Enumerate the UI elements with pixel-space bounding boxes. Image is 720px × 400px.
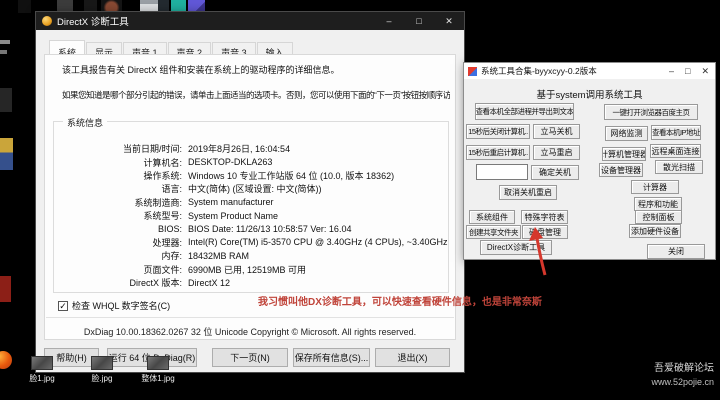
close-button[interactable]: ✕	[701, 66, 709, 77]
watermark-site-url: www.52pojie.cn	[651, 376, 714, 387]
desktop-icon-partial-1[interactable]	[0, 40, 10, 44]
desktop-file-icon[interactable]: 脸.jpg	[74, 356, 130, 384]
maximize-button[interactable]: □	[404, 12, 434, 30]
dxdiag-titlebar: DirectX 诊断工具 – □ ✕	[36, 12, 464, 30]
system-info-group: 系统信息 当前日期/时间: 2019年8月26日, 16:04:54 计算机名: D…	[53, 116, 449, 293]
watermark-site-name: 吾爱破解论坛	[654, 363, 714, 374]
whql-checkbox[interactable]: ✓	[58, 300, 68, 311]
system-info-row: 计算机名: DESKTOP-DKLA263	[143, 157, 273, 168]
whql-checkbox-row: ✓ 检查 WHQL 数字签名(C)	[58, 299, 170, 312]
save-all-info-button[interactable]: 保存所有信息(S)...	[293, 348, 370, 367]
file-name: 整体1.jpg	[141, 374, 175, 383]
desktop: DirectX 诊断工具 – □ ✕ 系统 显示 声音 1 声音 2 声音 3 …	[0, 0, 720, 400]
system-info-row: 系统型号: System Product Name	[143, 210, 279, 222]
image-thumbnail	[31, 356, 53, 370]
file-name: 脸1.jpg	[29, 374, 55, 383]
programs-features-button[interactable]: 程序和功能	[634, 197, 682, 211]
minimize-button[interactable]: –	[669, 66, 674, 77]
system-info-group-title: 系统信息	[63, 116, 108, 129]
toolbox-title: 系统工具合集-byyxcyy-0.2版本	[481, 66, 597, 76]
next-page-button[interactable]: 下一页(N)	[212, 348, 288, 367]
minimize-button[interactable]: –	[374, 12, 404, 30]
calculator-button[interactable]: 计算器	[631, 180, 679, 194]
system-info-row: 页面文件: 6990MB 已用, 12519MB 可用	[143, 264, 307, 275]
system-info-row: 系统制造商: System manufacturer	[134, 197, 274, 208]
toolbox-header: 基于system调用系统工具	[536, 90, 643, 101]
special-chars-button[interactable]: 特殊字符表	[521, 210, 568, 224]
computer-mgmt-button[interactable]: 计算机管理器	[602, 147, 646, 161]
network-monitor-button[interactable]: 网络监测	[605, 126, 648, 141]
file-name: 脸.jpg	[91, 374, 113, 383]
system-components-button[interactable]: 系统组件	[469, 210, 515, 224]
close-button[interactable]: ✕	[434, 12, 464, 30]
desktop-file-icon[interactable]: 脸1.jpg	[14, 356, 70, 384]
system-info-row: 处理器: Intel(R) Core(TM) i5-3570 CPU @ 3.40…	[152, 237, 448, 248]
cancel-shutdown-button[interactable]: 取消关机重启	[499, 185, 557, 200]
system-info-row: DirectX 版本: DirectX 12	[129, 277, 231, 289]
view-processes-button[interactable]: 查看本机全部进程并导出到文本	[475, 103, 574, 120]
shutdown-timer-input[interactable]	[476, 164, 528, 180]
shutdown-now-button[interactable]: 立马关机	[533, 124, 580, 139]
exit-button[interactable]: 退出(X)	[375, 348, 450, 367]
toolbox-window: 系统工具合集-byyxcyy-0.2版本 – □ ✕ 基于system调用系统工…	[463, 62, 716, 260]
image-thumbnail	[147, 356, 169, 370]
image-thumbnail	[91, 356, 113, 370]
desktop-icon-partial-4[interactable]	[0, 276, 11, 302]
add-hardware-button[interactable]: 添加硬件设备	[629, 224, 681, 238]
watermark: 吾爱破解论坛 www.52pojie.cn	[651, 362, 714, 388]
system-info-row: 操作系统: Windows 10 专业工作站版 64 位 (10.0, 版本 18…	[143, 170, 395, 181]
intro-text-2: 如果您知道是哪个部分引起的错误，请单击上面适当的选项卡。否则，您可以使用下面的“…	[62, 90, 450, 100]
control-panel-button[interactable]: 控制面板	[635, 210, 682, 224]
system-info-row: 当前日期/时间: 2019年8月26日, 16:04:54	[122, 144, 291, 155]
system-info-row: BIOS: BIOS Date: 11/26/13 10:58:57 Ver: 1…	[157, 224, 352, 235]
desktop-icon-partial-2[interactable]	[0, 50, 7, 54]
directx-icon	[42, 16, 52, 26]
restart-now-button[interactable]: 立马重启	[533, 145, 580, 160]
annotation-arrow	[529, 227, 547, 276]
desktop-icon-shield[interactable]	[0, 138, 13, 170]
window-title: DirectX 诊断工具	[57, 17, 129, 28]
desktop-icon-partial-3[interactable]	[0, 88, 12, 112]
confirm-shutdown-button[interactable]: 确定关机	[531, 165, 579, 180]
dxdiag-version-line: DxDiag 10.00.18362.0267 32 位 Unicode Cop…	[83, 327, 417, 337]
toolbox-close-button[interactable]: 关闭	[647, 244, 705, 259]
restart-15s-button[interactable]: 15秒后重启计算机..	[466, 145, 530, 160]
device-manager-button[interactable]: 设备管理器	[599, 163, 643, 177]
light-scan-button[interactable]: 散光扫描	[655, 160, 703, 174]
desktop-file-icon[interactable]: 整体1.jpg	[130, 356, 186, 384]
status-separator	[46, 317, 454, 318]
create-shared-folder-button[interactable]: 创建共享文件夹	[466, 225, 521, 239]
maximize-button[interactable]: □	[685, 66, 690, 77]
whql-checkbox-label: 检查 WHQL 数字签名(C)	[72, 301, 171, 311]
shutdown-15s-button[interactable]: 15秒后关闭计算机..	[466, 124, 530, 139]
annotation-text: 我习惯叫他DX诊断工具，可以快速查看硬件信息，也是非常奈斯	[258, 297, 542, 308]
toolbox-app-icon	[468, 66, 477, 76]
toolbox-titlebar: 系统工具合集-byyxcyy-0.2版本 – □ ✕	[464, 63, 715, 79]
desktop-thumbnail-1[interactable]	[18, 0, 31, 13]
browser-icon[interactable]	[0, 351, 12, 369]
view-ip-button[interactable]: 查看本机IP地址	[651, 125, 701, 140]
intro-text-1: 该工具报告有关 DirectX 组件和安装在系统上的驱动程序的详细信息。	[62, 65, 340, 75]
system-info-row: 语言: 中文(简体) (区域设置: 中文(简体))	[161, 184, 322, 195]
remote-desktop-button[interactable]: 远程桌面连接	[650, 144, 701, 158]
dxdiag-window: DirectX 诊断工具 – □ ✕ 系统 显示 声音 1 声音 2 声音 3 …	[36, 12, 464, 372]
system-info-row: 内存: 18432MB RAM	[161, 250, 250, 262]
open-browser-home-button[interactable]: 一键打开浏览器百度主页	[604, 104, 698, 120]
